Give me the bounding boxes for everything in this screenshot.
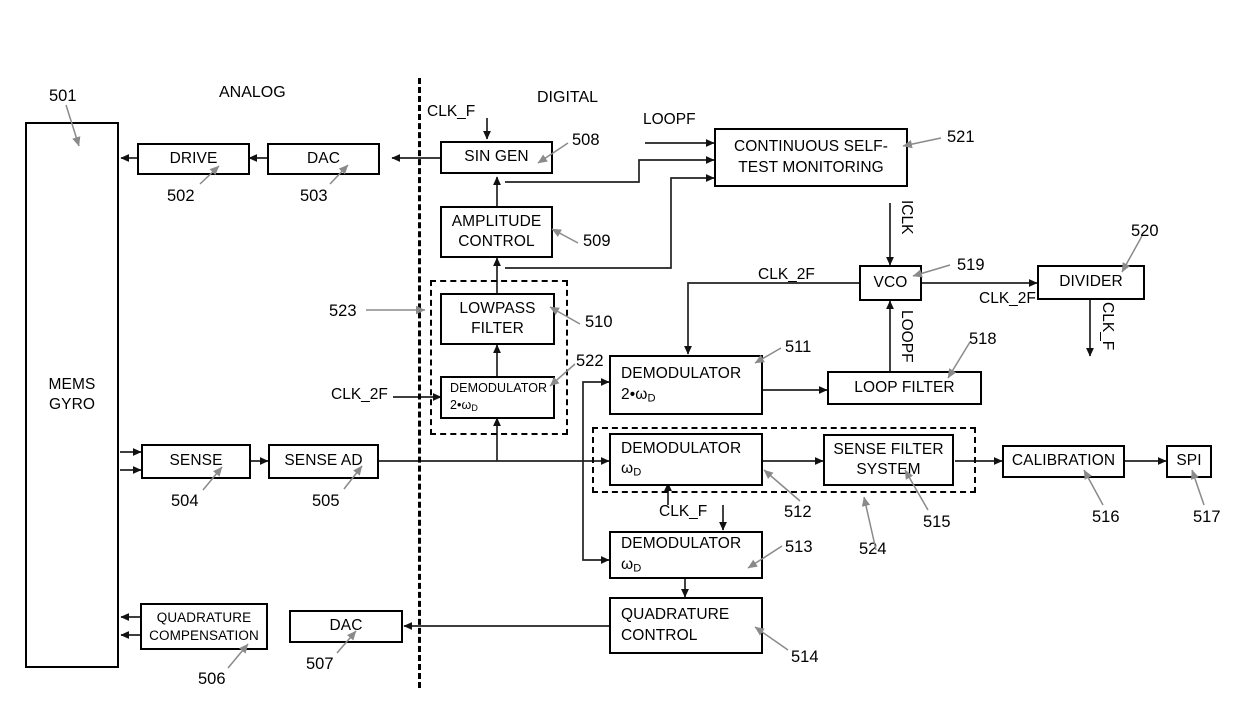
signal-label-iclk: ICLK (898, 200, 915, 235)
block-continuous-self-test-line2: TEST MONITORING (738, 158, 884, 176)
ref-numeral-521: 521 (947, 128, 975, 146)
block-calibration-label: CALIBRATION (1011, 452, 1116, 470)
block-quadrature-compensation-line1: QUADRATURE (156, 609, 252, 625)
block-sense[interactable]: SENSE (141, 444, 251, 479)
block-amplitude-control-line2: CONTROL (458, 233, 535, 250)
block-amplitude-control-line1: AMPLITUDE (451, 212, 542, 230)
block-sense-filter-system-line1: SENSE FILTER (833, 440, 944, 458)
block-divider[interactable]: DIVIDER (1037, 265, 1145, 300)
block-vco[interactable]: VCO (859, 265, 922, 301)
block-demodulator-wd-quadrature-line1: DEMODULATOR (621, 535, 742, 553)
ref-numeral-502: 502 (167, 187, 195, 205)
signal-label-loopf-selftest: LOOPF (643, 111, 696, 128)
ref-numeral-522: 522 (576, 352, 604, 370)
signal-label-clk-f-divider: CLK_F (1099, 302, 1116, 351)
signal-label-clk-2f-vco-out: CLK_2F (979, 290, 1036, 307)
ref-numeral-503: 503 (300, 187, 328, 205)
block-quadrature-control[interactable]: QUADRATURE CONTROL (609, 597, 763, 654)
signal-label-loopf-vco: LOOPF (898, 310, 915, 363)
block-spi-label: SPI (1176, 452, 1202, 470)
block-sense-ad[interactable]: SENSE AD (268, 444, 379, 479)
block-demodulator-wd-quadrature[interactable]: DEMODULATOR ωD (609, 531, 763, 579)
block-demodulator-2wd-line1: DEMODULATOR (621, 365, 742, 383)
block-demodulator-2wd-inner-line2: 2•ωD (450, 397, 478, 413)
block-mems-gyro-line2: GYRO (48, 396, 96, 413)
ref-numeral-518: 518 (969, 330, 997, 348)
ref-numeral-510: 510 (585, 313, 613, 331)
block-demodulator-wd-sense-line1: DEMODULATOR (621, 439, 742, 457)
ref-numeral-517: 517 (1193, 508, 1221, 526)
block-loop-filter-label: LOOP FILTER (854, 378, 955, 396)
ref-numeral-511: 511 (785, 338, 812, 356)
block-dac-quadrature[interactable]: DAC (289, 610, 403, 643)
ref-numeral-504: 504 (171, 492, 199, 510)
block-continuous-self-test-monitoring[interactable]: CONTINUOUS SELF- TEST MONITORING (714, 128, 908, 187)
block-demodulator-2wd-line2: 2•ωD (621, 385, 656, 405)
block-quadrature-compensation-line2: COMPENSATION (149, 627, 259, 643)
block-continuous-self-test-line1: CONTINUOUS SELF- (733, 138, 889, 156)
analog-digital-divider (418, 78, 421, 688)
block-sense-filter-system[interactable]: SENSE FILTER SYSTEM (823, 434, 954, 486)
block-sense-filter-system-line2: SYSTEM (856, 461, 921, 478)
ref-numeral-520: 520 (1131, 222, 1159, 240)
signal-label-clk-f-demod: CLK_F (659, 503, 708, 520)
patent-figure-canvas: ANALOG DIGITAL MEMS GYRO DRIVE DAC SENSE… (0, 0, 1240, 718)
section-label-analog: ANALOG (219, 84, 286, 101)
block-quadrature-control-line2: CONTROL (621, 626, 698, 644)
block-drive-label: DRIVE (169, 149, 218, 167)
ref-numeral-505: 505 (312, 492, 340, 510)
block-dac-drive[interactable]: DAC (267, 143, 380, 175)
block-sin-gen-label: SIN GEN (464, 148, 529, 166)
block-quadrature-compensation[interactable]: QUADRATURE COMPENSATION (140, 603, 268, 650)
block-quadrature-control-line1: QUADRATURE (621, 606, 730, 624)
block-vco-label: VCO (873, 273, 908, 291)
block-dac-quadrature-label: DAC (329, 617, 363, 635)
ref-numeral-512: 512 (784, 503, 812, 521)
block-lowpass-filter[interactable]: LOWPASS FILTER (440, 293, 555, 345)
ref-numeral-524: 524 (859, 540, 887, 558)
ref-numeral-509: 509 (583, 232, 611, 250)
block-loop-filter[interactable]: LOOP FILTER (827, 371, 982, 405)
ref-numeral-506: 506 (198, 670, 226, 688)
ref-numeral-514: 514 (791, 648, 819, 666)
block-demodulator-wd-quadrature-line2: ωD (621, 555, 642, 575)
section-label-digital: DIGITAL (537, 89, 599, 106)
ref-numeral-501: 501 (49, 87, 77, 105)
ref-numeral-508: 508 (572, 131, 600, 149)
signal-label-clk-2f-vco-in: CLK_2F (758, 266, 815, 283)
ref-numeral-519: 519 (957, 256, 985, 274)
block-spi[interactable]: SPI (1166, 445, 1212, 478)
block-sense-label: SENSE (169, 452, 223, 470)
block-demodulator-2wd[interactable]: DEMODULATOR 2•ωD (609, 355, 763, 415)
block-sin-gen[interactable]: SIN GEN (440, 141, 553, 174)
block-demodulator-wd-sense-line2: ωD (621, 460, 642, 479)
block-lowpass-filter-line2: FILTER (471, 320, 524, 337)
block-demodulator-wd-sense[interactable]: DEMODULATOR ωD (609, 433, 763, 486)
block-calibration[interactable]: CALIBRATION (1002, 445, 1125, 478)
block-mems-gyro[interactable]: MEMS GYRO (25, 122, 119, 668)
block-divider-label: DIVIDER (1059, 273, 1123, 291)
block-drive[interactable]: DRIVE (137, 143, 250, 175)
ref-numeral-507: 507 (306, 655, 334, 673)
block-amplitude-control[interactable]: AMPLITUDE CONTROL (440, 206, 553, 258)
block-dac-drive-label: DAC (306, 149, 341, 167)
ref-numeral-516: 516 (1092, 508, 1120, 526)
block-demodulator-2wd-inner[interactable]: DEMODULATOR 2•ωD (440, 376, 555, 419)
signal-label-clk-2f-demod-inner: CLK_2F (331, 386, 388, 403)
block-mems-gyro-line1: MEMS (48, 375, 96, 393)
block-demodulator-2wd-inner-line1: DEMODULATOR (450, 381, 548, 396)
ref-numeral-513: 513 (785, 538, 813, 556)
block-lowpass-filter-line1: LOWPASS (459, 299, 536, 317)
signal-label-clk-f-singen: CLK_F (427, 103, 476, 120)
ref-numeral-515: 515 (923, 513, 951, 531)
ref-numeral-523: 523 (329, 302, 357, 320)
block-sense-ad-label: SENSE AD (284, 452, 363, 470)
